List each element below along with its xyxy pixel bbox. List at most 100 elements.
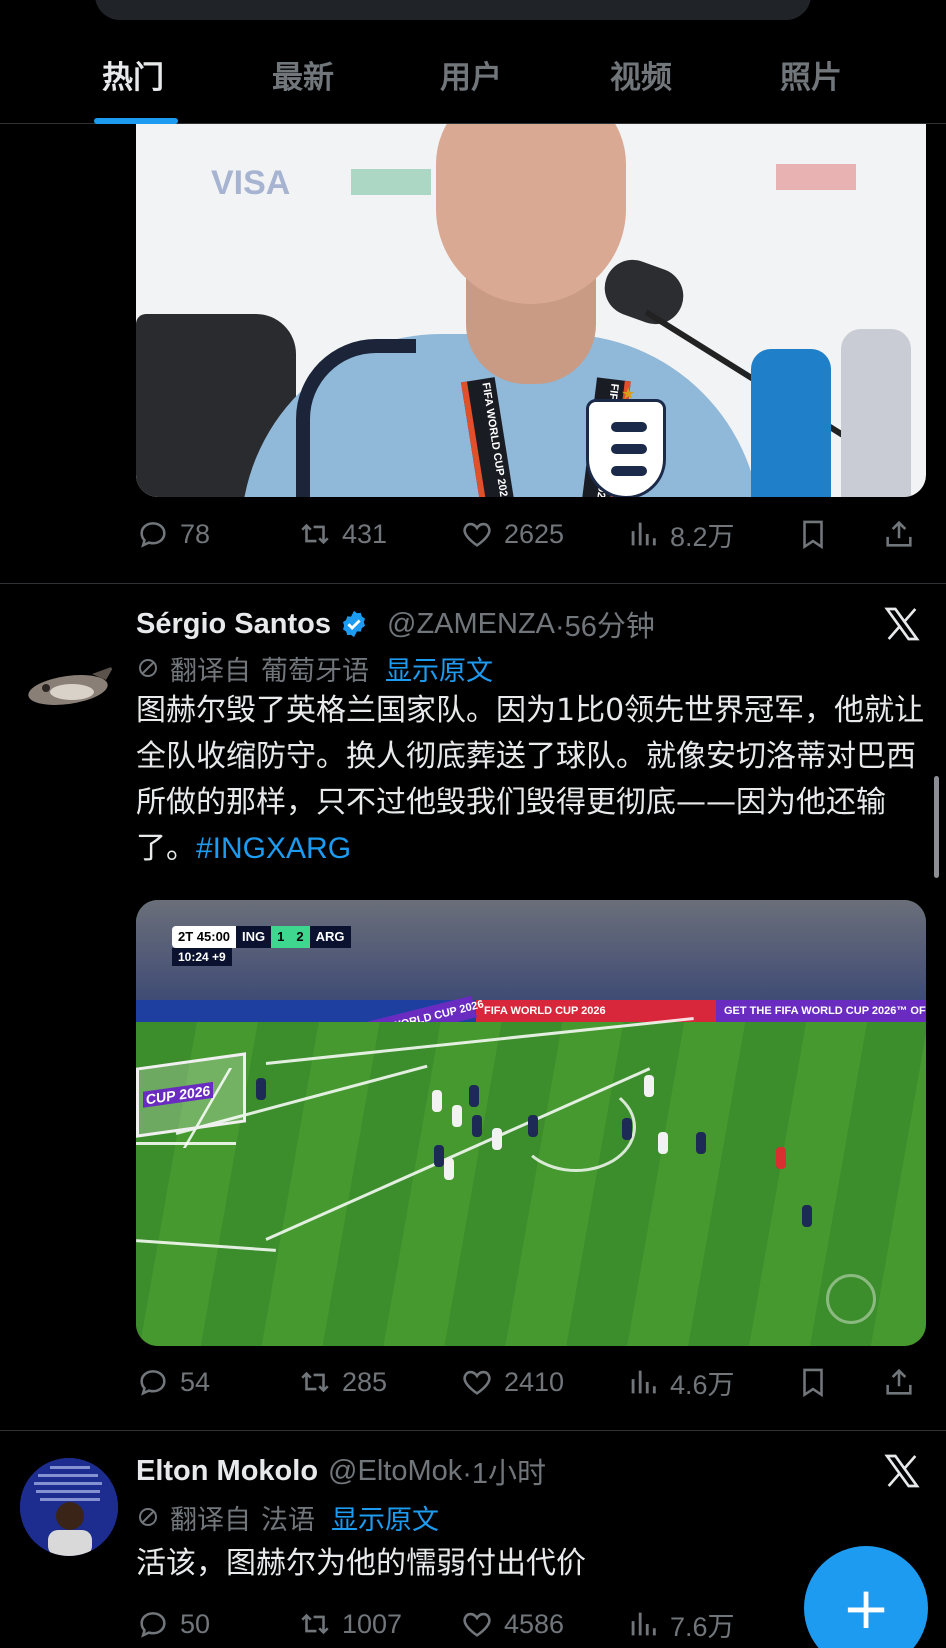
reply-icon bbox=[140, 1612, 166, 1638]
reply-button[interactable]: 50 bbox=[136, 1602, 210, 1646]
retweet-button[interactable]: 285 bbox=[298, 1360, 387, 1404]
player-england bbox=[452, 1105, 462, 1127]
tab-top[interactable]: 热门 bbox=[102, 52, 164, 97]
translate-label: 翻译自 bbox=[170, 1504, 251, 1536]
referee bbox=[776, 1147, 786, 1169]
player-argentina bbox=[472, 1115, 482, 1137]
compose-plus-icon: + bbox=[841, 1574, 891, 1642]
reply-count: 78 bbox=[180, 518, 211, 549]
player-england bbox=[658, 1132, 668, 1154]
england-crest: ★ bbox=[586, 384, 666, 497]
bookmark-icon bbox=[803, 520, 823, 550]
goal-banner: CUP 2026 bbox=[143, 1081, 214, 1108]
player-argentina bbox=[528, 1115, 538, 1137]
avatar-person-image bbox=[20, 1458, 118, 1556]
added-time: 10:24 +9 bbox=[172, 948, 232, 966]
translate-language: 葡萄牙语 bbox=[261, 655, 369, 687]
tweet-timestamp[interactable]: ·1小时 bbox=[462, 1450, 546, 1492]
tab-videos[interactable]: 视频 bbox=[610, 52, 672, 97]
match-clock: 2T 45:00 bbox=[172, 926, 237, 948]
views-icon bbox=[631, 1370, 656, 1394]
author-handle[interactable]: @EltoMok bbox=[328, 1455, 462, 1488]
hashtag-link[interactable]: #INGXARG bbox=[196, 832, 351, 865]
player-england bbox=[644, 1075, 654, 1097]
retweet-count: 431 bbox=[342, 518, 388, 549]
microphone bbox=[596, 252, 692, 332]
advertising-board: GET THE FIFA WORLD CUP 2026™ OFFICIAL bbox=[716, 1000, 926, 1022]
reply-button[interactable]: 78 bbox=[136, 512, 210, 556]
tweet-video[interactable]: FIFA WORLD CUP 2026 GET THE FIFA WORLD C… bbox=[136, 900, 926, 1346]
like-button[interactable]: 2625 bbox=[460, 512, 564, 556]
player-argentina bbox=[696, 1132, 706, 1154]
share-button[interactable] bbox=[882, 512, 916, 556]
player-argentina bbox=[622, 1118, 632, 1140]
football-pitch bbox=[136, 1017, 926, 1346]
views-count: 7.6万 bbox=[670, 1611, 735, 1642]
bookmark-button[interactable] bbox=[796, 1360, 830, 1404]
tab-people[interactable]: 用户 bbox=[440, 52, 502, 97]
tweet-body: 活该，图赫尔为他的懦弱付出代价 bbox=[136, 1546, 586, 1581]
like-button[interactable]: 4586 bbox=[460, 1602, 564, 1646]
tweet-timestamp[interactable]: ·56分钟 bbox=[555, 603, 655, 645]
translate-icon bbox=[139, 1508, 157, 1526]
like-count: 4586 bbox=[504, 1608, 565, 1639]
like-icon bbox=[463, 1370, 491, 1395]
player-england bbox=[492, 1128, 502, 1150]
head bbox=[436, 124, 626, 304]
avatar[interactable] bbox=[22, 644, 118, 740]
share-icon bbox=[886, 1368, 912, 1395]
tab-photos[interactable]: 照片 bbox=[780, 52, 842, 97]
tweet-actions: 54 285 2410 4.6万 bbox=[136, 1360, 926, 1404]
retweet-icon bbox=[301, 1371, 329, 1393]
x-logo-icon bbox=[884, 1454, 920, 1488]
reply-button[interactable]: 54 bbox=[136, 1360, 210, 1404]
translate-language: 法语 bbox=[261, 1504, 315, 1536]
bookmark-button[interactable] bbox=[796, 512, 830, 556]
author-name[interactable]: Elton Mokolo bbox=[136, 1455, 318, 1488]
avatar[interactable] bbox=[20, 1458, 118, 1556]
reply-icon bbox=[140, 522, 166, 548]
author-handle[interactable]: @ZAMENZA bbox=[387, 608, 555, 641]
share-button[interactable] bbox=[882, 1360, 916, 1404]
translate-label: 翻译自 bbox=[170, 655, 251, 687]
player-argentina bbox=[434, 1145, 444, 1167]
player-england bbox=[444, 1158, 454, 1180]
star-icon: ★ bbox=[621, 384, 636, 403]
retweet-icon bbox=[301, 1613, 329, 1635]
pitch-line bbox=[136, 1239, 276, 1252]
team-away: ARG bbox=[309, 926, 351, 948]
tab-latest[interactable]: 最新 bbox=[272, 52, 334, 97]
tweet-text: 图赫尔毁了英格兰国家队。因为1比0领先世界冠军，他就让全队收缩防守。换人彻底葬送… bbox=[136, 688, 926, 872]
share-icon bbox=[886, 520, 912, 547]
like-count: 2625 bbox=[504, 518, 565, 549]
player-argentina bbox=[802, 1205, 812, 1227]
translate-icon bbox=[139, 659, 157, 677]
player-argentina bbox=[469, 1085, 479, 1107]
retweet-count: 1007 bbox=[342, 1608, 403, 1639]
retweet-button[interactable]: 431 bbox=[298, 512, 387, 556]
scrollbar[interactable] bbox=[934, 776, 939, 878]
views-button[interactable]: 8.2万 bbox=[626, 512, 735, 556]
avatar-bird-image bbox=[28, 666, 114, 705]
views-button[interactable]: 7.6万 bbox=[626, 1602, 735, 1646]
author-name[interactable]: Sérgio Santos bbox=[136, 608, 331, 641]
views-button[interactable]: 4.6万 bbox=[626, 1360, 735, 1404]
views-icon bbox=[631, 522, 656, 546]
broadcaster-logo-icon bbox=[826, 1274, 876, 1324]
player-goalkeeper bbox=[256, 1078, 266, 1100]
views-count: 8.2万 bbox=[670, 521, 735, 552]
like-icon bbox=[463, 522, 491, 547]
bookmark-icon bbox=[803, 1368, 823, 1398]
tweet-header: Elton Mokolo @EltoMok ·1小时 bbox=[136, 1451, 546, 1491]
tweet-photo[interactable]: VISA FIFA WORLD CUP 2026 FIFA WORLD CUP … bbox=[136, 124, 926, 497]
search-bar[interactable] bbox=[95, 0, 811, 20]
retweet-button[interactable]: 1007 bbox=[298, 1602, 402, 1646]
like-icon bbox=[463, 1612, 491, 1637]
like-button[interactable]: 2410 bbox=[460, 1360, 564, 1404]
show-original-link[interactable]: 显示原文 bbox=[331, 1498, 439, 1537]
show-original-link[interactable]: 显示原文 bbox=[385, 649, 493, 688]
retweet-count: 285 bbox=[342, 1366, 388, 1397]
tweet-divider bbox=[0, 583, 946, 584]
sponsor-logo: VISA bbox=[211, 164, 291, 202]
score-away: 2 bbox=[290, 926, 310, 948]
